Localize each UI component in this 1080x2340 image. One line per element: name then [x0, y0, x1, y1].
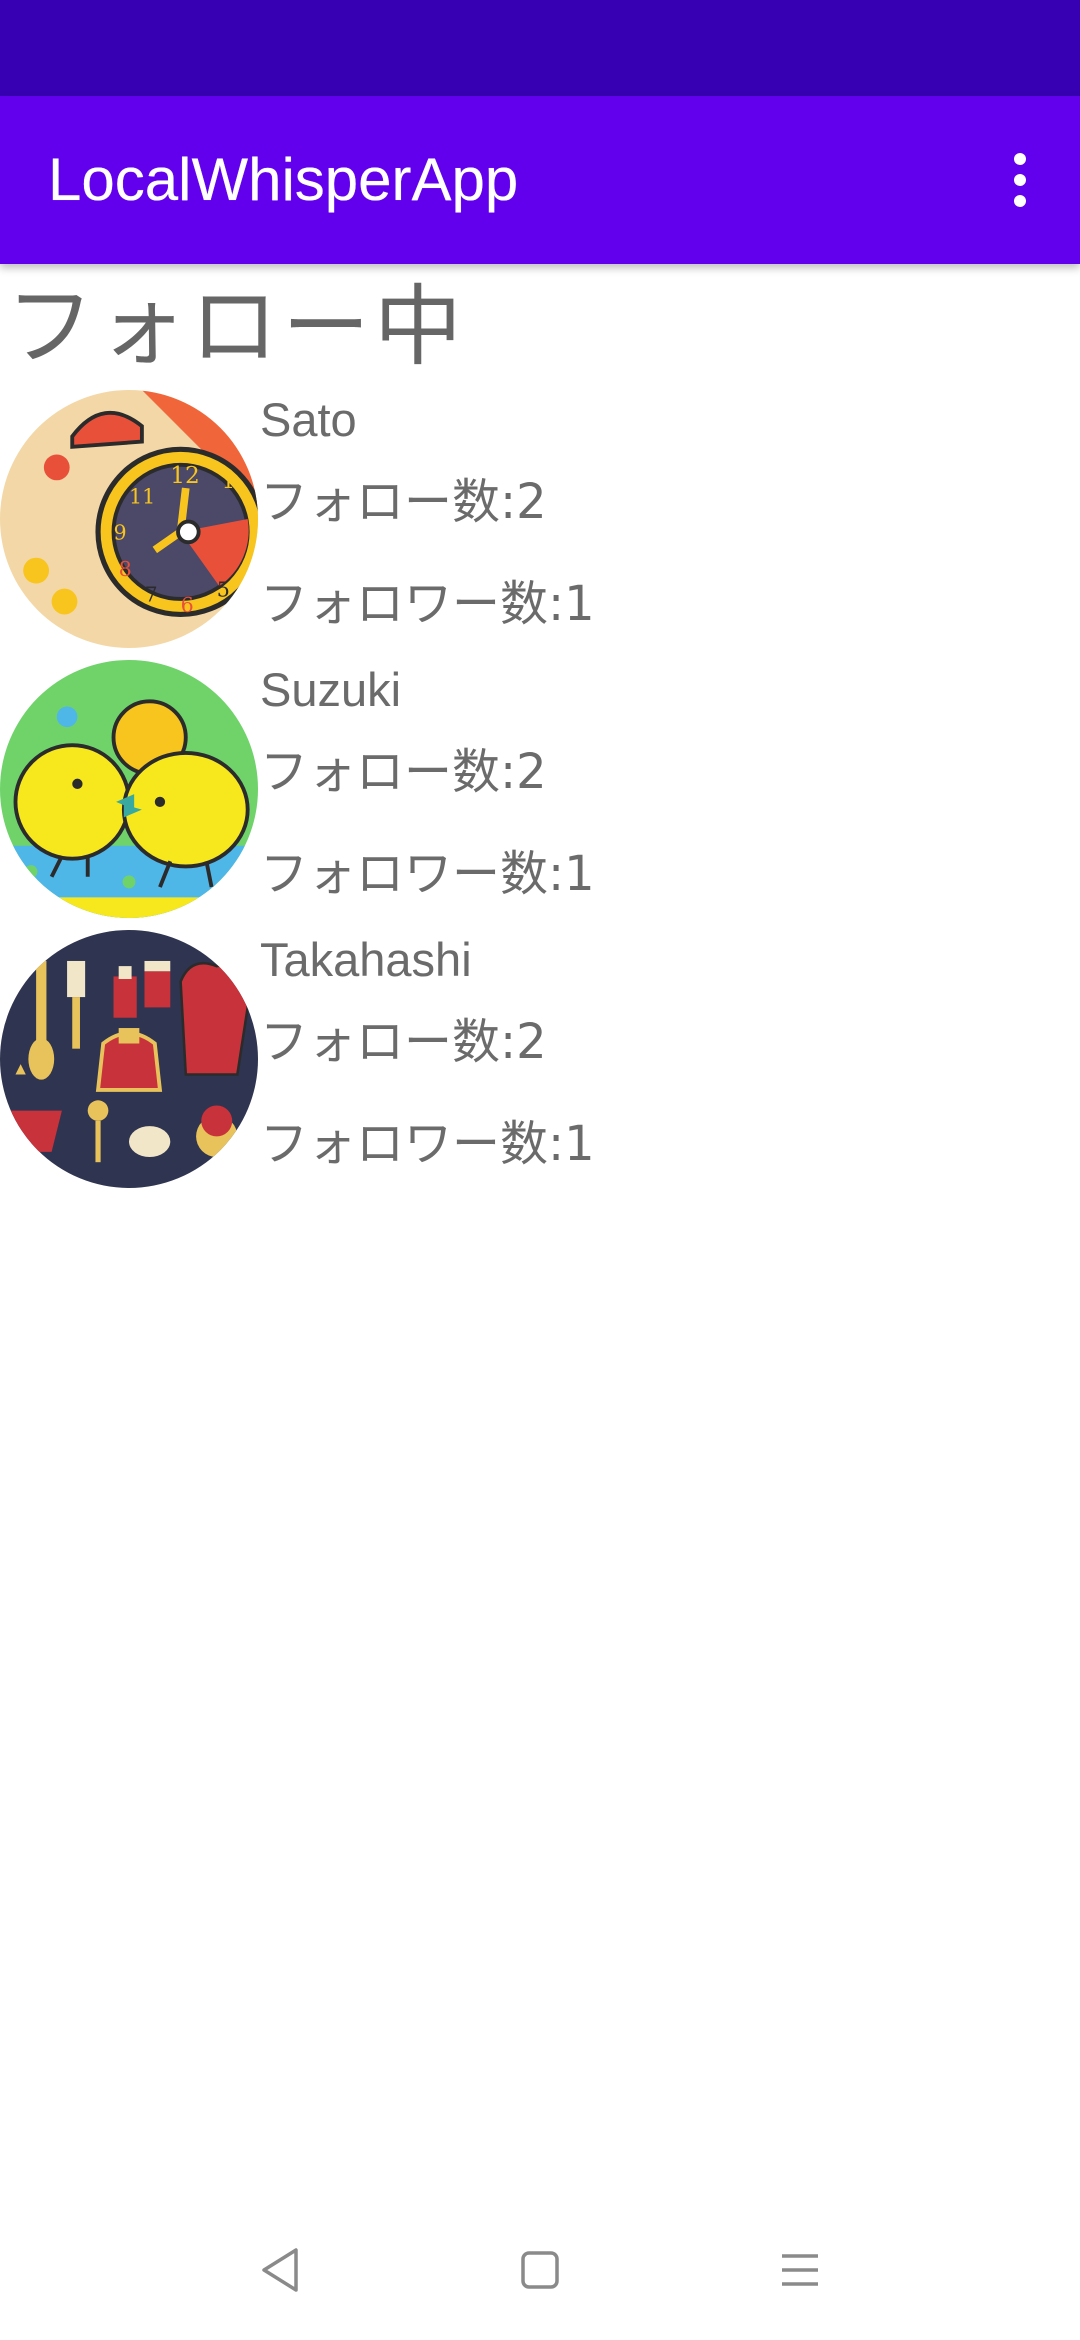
- follower-count: フォロワー数:1: [260, 846, 595, 902]
- kitchen-items-image: [0, 930, 258, 1188]
- user-list-item-sato[interactable]: 12 11 9 8 7 6 5 1 Sato フォロー数:2 フォロワー数:1: [0, 390, 1080, 660]
- svg-text:9: 9: [114, 521, 127, 545]
- home-button[interactable]: [470, 2200, 610, 2340]
- app-bar: LocalWhisperApp: [0, 96, 1080, 264]
- svg-text:7: 7: [144, 583, 157, 607]
- svg-text:1: 1: [222, 469, 235, 493]
- follower-count: フォロワー数:1: [260, 1116, 595, 1172]
- more-options-button[interactable]: [960, 96, 1080, 264]
- kitchen-items-avatar[interactable]: [0, 930, 258, 1188]
- follow-count: フォロー数:2: [260, 744, 547, 800]
- alarm-clock-avatar[interactable]: 12 11 9 8 7 6 5 1: [0, 390, 258, 648]
- user-list-item-takahashi[interactable]: Takahashi フォロー数:2 フォロワー数:1: [0, 930, 1080, 1200]
- app-title: LocalWhisperApp: [48, 146, 519, 213]
- status-bar: [0, 0, 1080, 96]
- follow-count: フォロー数:2: [260, 474, 547, 530]
- more-vert-icon-dot: [1014, 195, 1026, 207]
- chicks-avatar[interactable]: [0, 660, 258, 918]
- back-triangle-icon: [262, 2248, 298, 2292]
- svg-text:5: 5: [217, 577, 230, 601]
- back-button[interactable]: [210, 2200, 350, 2340]
- svg-text:8: 8: [119, 557, 132, 581]
- home-square-icon: [521, 2251, 559, 2289]
- user-name: Sato: [260, 393, 357, 446]
- follower-count: フォロワー数:1: [260, 576, 595, 632]
- recents-menu-icon: [782, 2254, 818, 2286]
- more-vert-icon-dot: [1014, 174, 1026, 186]
- navigation-bar: [0, 2200, 1080, 2340]
- recents-button[interactable]: [730, 2200, 870, 2340]
- user-list-item-suzuki[interactable]: Suzuki フォロー数:2 フォロワー数:1: [0, 660, 1080, 930]
- svg-text:12: 12: [170, 462, 200, 489]
- svg-text:11: 11: [129, 485, 155, 509]
- user-name: Takahashi: [260, 933, 472, 986]
- svg-text:6: 6: [181, 593, 194, 617]
- follow-count: フォロー数:2: [260, 1014, 547, 1070]
- chicks-image: [0, 660, 258, 918]
- alarm-clock-image: 12 11 9 8 7 6 5 1: [0, 390, 258, 648]
- user-name: Suzuki: [260, 663, 402, 716]
- user-list: 12 11 9 8 7 6 5 1 Sato フォロー数:2 フォロワー数:1: [0, 390, 1080, 1200]
- page-title: フォロー中: [6, 275, 467, 378]
- more-vert-icon: [1014, 153, 1026, 165]
